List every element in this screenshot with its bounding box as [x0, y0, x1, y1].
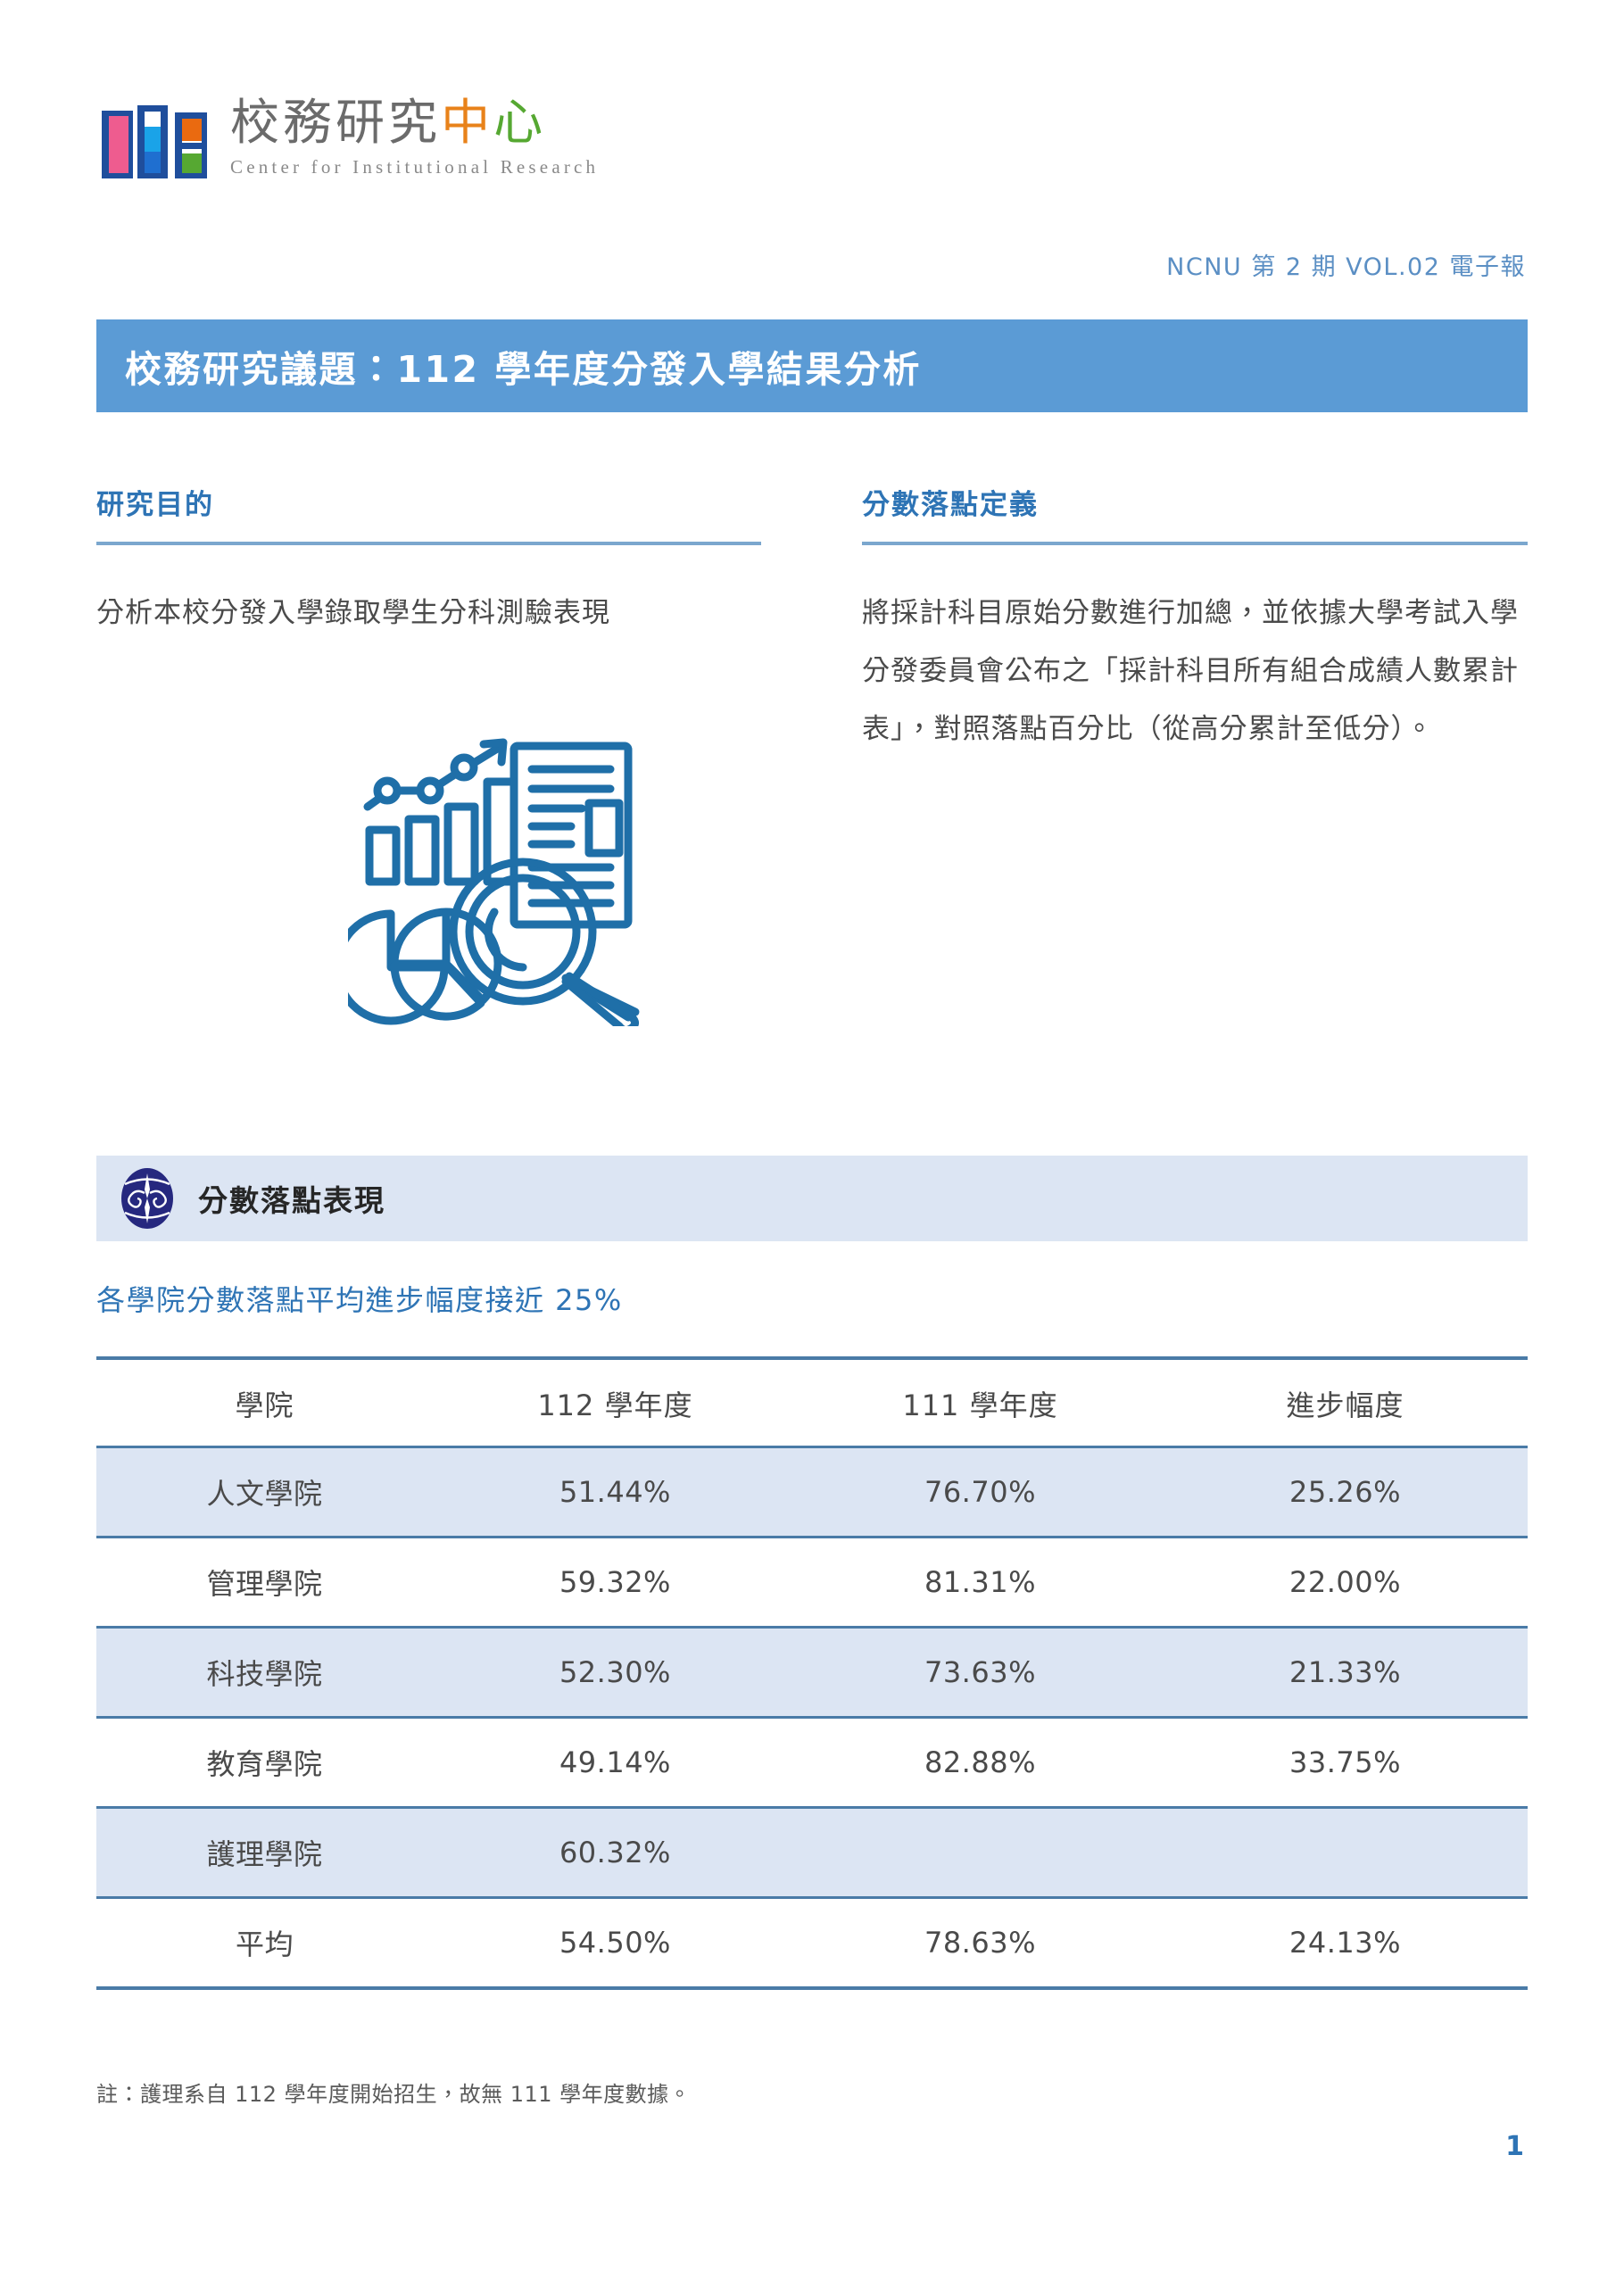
brand-name-cn: 校務研究中心: [230, 94, 599, 151]
score-definition-body: 將採計科目原始分數進行加總，並依據大學考試入學分發委員會公布之「採計科目所有組合…: [862, 597, 1519, 746]
table-row-average: 平均 54.50% 78.63% 24.13%: [96, 1897, 1528, 1990]
brand-char-5: 心: [493, 94, 547, 151]
cell-delta: 33.75%: [1288, 1745, 1401, 1779]
cir-books-logo-icon: [102, 105, 207, 178]
column-header-y111: 111 學年度: [797, 1356, 1163, 1447]
table-footnote: 註：護理系自 112 學年度開始招生，故無 111 學年度數據。: [96, 2082, 692, 2107]
cell-delta: 21.33%: [1162, 1626, 1528, 1719]
cell-delta: 25.26%: [1162, 1446, 1528, 1538]
cell-y112: 51.44%: [432, 1446, 798, 1538]
cell-delta: [1162, 1806, 1528, 1899]
table-body: 人文學院 51.44% 76.70% 25.26% 管理學院 59.32% 81…: [96, 1446, 1528, 1990]
table-row: 護理學院 60.32%: [96, 1806, 1528, 1899]
brand-logo-block: 校務研究中心 Center for Institutional Research: [96, 94, 600, 187]
intro-column-right: 分數落點定義 將採計科目原始分數進行加總，並依據大學考試入學分發委員會公布之「採…: [862, 482, 1528, 758]
column-gap: [761, 482, 862, 758]
article-title: 校務研究議題：112 學年度分發入學結果分析: [125, 348, 922, 391]
section-banner: 分數落點表現: [96, 1156, 1528, 1241]
column-header-college: 學院: [96, 1356, 433, 1447]
cell-y111: 78.63%: [797, 1897, 1163, 1990]
cell-college: 管理學院: [206, 1567, 323, 1601]
table-row: 教育學院 49.14% 82.88% 33.75%: [96, 1718, 1528, 1808]
brand-name-en: Center for Institutional Research: [230, 156, 600, 178]
cell-y111: [797, 1806, 1163, 1899]
table-header-row: 學院 112 學年度 111 學年度 進步幅度: [96, 1356, 1528, 1447]
cell-college: 教育學院: [206, 1747, 323, 1781]
brand-char-1: 務: [283, 94, 336, 151]
data-analysis-magnifier-icon: [348, 738, 640, 1026]
cell-y112: 52.30%: [432, 1626, 798, 1719]
brand-char-3: 究: [388, 94, 442, 151]
score-table: 學院 112 學年度 111 學年度 進步幅度 人文學院 51.44% 76.7…: [96, 1356, 1528, 1990]
issue-line: NCNU 第 2 期 VOL.02 電子報: [1166, 253, 1526, 281]
section-banner-title: 分數落點表現: [198, 1183, 385, 1218]
cell-y112: 49.14%: [559, 1745, 671, 1779]
brand-wordmark: 校務研究中心 Center for Institutional Research: [230, 94, 600, 178]
table-row: 科技學院 52.30% 73.63% 21.33%: [96, 1626, 1528, 1719]
newsletter-page: 校務研究中心 Center for Institutional Research…: [0, 0, 1624, 2296]
cell-y111: 81.31%: [924, 1565, 1036, 1599]
cell-delta: 24.13%: [1162, 1897, 1528, 1990]
cell-y112: 59.32%: [559, 1565, 671, 1599]
cell-y111: 76.70%: [797, 1446, 1163, 1538]
table-row: 人文學院 51.44% 76.70% 25.26%: [96, 1446, 1528, 1538]
cell-college: 護理學院: [96, 1806, 433, 1899]
table-row: 管理學院 59.32% 81.31% 22.00%: [96, 1538, 1528, 1628]
page-number: 1: [1505, 2131, 1524, 2162]
cell-college: 平均: [96, 1897, 433, 1990]
column-header-delta: 進步幅度: [1162, 1356, 1528, 1447]
cell-y111: 82.88%: [924, 1745, 1036, 1779]
brand-char-0: 校: [230, 94, 284, 151]
score-table-container: 學院 112 學年度 111 學年度 進步幅度 人文學院 51.44% 76.7…: [96, 1356, 1528, 1990]
research-purpose-body: 分析本校分發入學錄取學生分科測驗表現: [96, 597, 610, 629]
brand-char-4: 中: [441, 94, 494, 151]
heading-rule-right: [862, 542, 1528, 545]
ncnu-oval-logo-icon: [121, 1168, 173, 1229]
cell-delta: 22.00%: [1288, 1565, 1401, 1599]
research-purpose-heading: 研究目的: [96, 489, 214, 521]
heading-rule-left: [96, 542, 761, 545]
cell-y112: 60.32%: [432, 1806, 798, 1899]
cell-y112: 54.50%: [432, 1897, 798, 1990]
section-subtitle: 各學院分數落點平均進步幅度接近 25%: [96, 1283, 623, 1317]
column-header-y112: 112 學年度: [432, 1356, 798, 1447]
cell-y111: 73.63%: [797, 1626, 1163, 1719]
intro-columns: 研究目的 分析本校分發入學錄取學生分科測驗表現 分數落點定義 將採計科目原始分數…: [96, 482, 1528, 758]
score-definition-heading: 分數落點定義: [862, 489, 1039, 521]
cell-college: 人文學院: [96, 1446, 433, 1538]
cell-college: 科技學院: [96, 1626, 433, 1719]
table-head: 學院 112 學年度 111 學年度 進步幅度: [96, 1356, 1528, 1447]
article-title-bar: 校務研究議題：112 學年度分發入學結果分析: [96, 319, 1528, 412]
brand-char-2: 研: [336, 94, 389, 151]
